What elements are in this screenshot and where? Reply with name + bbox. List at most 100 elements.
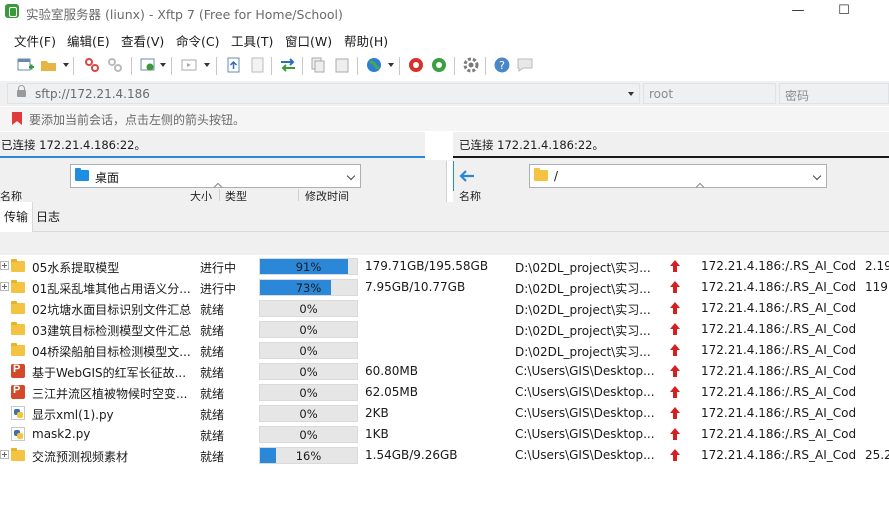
preview-dropdown-icon[interactable] — [204, 63, 210, 67]
pane-splitter[interactable] — [425, 132, 453, 160]
transfer-row[interactable]: 04桥梁船舶目标检测模型文... 就绪 0% D:\02DL_project\实习..… — [0, 340, 889, 361]
chat-icon[interactable] — [516, 56, 534, 74]
maximize-button[interactable]: ☐ — [821, 0, 867, 24]
toolbar-separator — [271, 57, 272, 75]
transfer-status: 就绪 — [200, 324, 225, 338]
menu-view[interactable]: 查看(V) — [121, 31, 164, 50]
password-input[interactable]: 密码 — [779, 83, 889, 104]
transfer-size: 1.54GB/9.26GB — [365, 448, 458, 462]
lock-icon — [17, 85, 26, 97]
help-icon[interactable]: ? — [493, 56, 511, 74]
address-dropdown-icon[interactable] — [628, 92, 634, 96]
globe-icon[interactable] — [365, 56, 383, 74]
left-path-dropdown-icon[interactable] — [346, 171, 356, 181]
transfer-row[interactable]: mask2.py 就绪 0% 1KB C:\Users\GIS\Desktop... 17… — [0, 424, 889, 445]
transfer-row[interactable]: 02坑塘水面目标识别文件汇总 就绪 0% D:\02DL_project\实习... 1… — [0, 298, 889, 319]
transfer-status: 就绪 — [200, 303, 225, 317]
menu-tools[interactable]: 工具(T) — [231, 31, 273, 50]
progress-label: 0% — [299, 344, 318, 358]
transfer-options-icon[interactable] — [139, 56, 157, 74]
left-path-text: 桌面 — [95, 171, 120, 185]
column-separator[interactable] — [219, 189, 220, 201]
menu-command[interactable]: 命令(C) — [176, 31, 219, 50]
progress-label: 0% — [299, 386, 318, 400]
transfer-row[interactable]: 显示xml(1).py 就绪 0% 2KB C:\Users\GIS\Desktop..… — [0, 403, 889, 424]
transfer-row[interactable]: 01乱采乱堆其他占用语义分... 进行中 73% 7.95GB/10.77GB D:\0… — [0, 277, 889, 298]
upload-arrow-icon — [670, 281, 680, 293]
right-path-dropdown-icon[interactable] — [812, 171, 822, 181]
bookmark-icon[interactable] — [12, 112, 22, 125]
transfer-local-path: D:\02DL_project\实习... — [515, 282, 651, 296]
minimize-button[interactable]: — — [775, 0, 821, 24]
new-session-icon[interactable] — [16, 56, 34, 74]
transfer-status: 就绪 — [200, 345, 225, 359]
left-pane-status: 已连接 172.21.4.186:22。 — [1, 138, 146, 152]
transfer-remote-path: 172.21.4.186:/.RS_AI_Cod... — [701, 406, 856, 420]
transfer-row[interactable]: 03建筑目标检测模型文件汇总 就绪 0% D:\02DL_project\实习... 1… — [0, 319, 889, 340]
left-col-type[interactable]: 类型 — [225, 189, 247, 201]
transfer-remote-path: 172.21.4.186:/.RS_AI_Cod... — [701, 322, 856, 336]
upload-arrow-icon — [670, 386, 680, 398]
globe-dropdown-icon[interactable] — [388, 63, 394, 67]
xshell-icon[interactable] — [407, 56, 425, 74]
left-pane-scrollbar[interactable] — [446, 161, 453, 202]
menu-window[interactable]: 窗口(W) — [285, 31, 332, 50]
xftp-app-icon — [5, 4, 19, 18]
progress-label: 73% — [295, 281, 322, 295]
tab-transfers[interactable]: 传输 — [0, 202, 34, 232]
transfer-progress-bar: 0% — [259, 321, 358, 338]
expand-icon[interactable] — [0, 261, 9, 270]
expand-icon[interactable] — [0, 282, 9, 291]
password-placeholder: 密码 — [785, 89, 810, 103]
column-separator[interactable] — [298, 189, 299, 201]
transfer-size: 1KB — [365, 427, 389, 441]
preview-icon[interactable] — [180, 56, 198, 74]
transfer-local-path: D:\02DL_project\实习... — [515, 303, 651, 317]
toolbar-separator — [357, 57, 358, 75]
menu-file[interactable]: 文件(F) — [14, 31, 56, 50]
transfer-status: 就绪 — [200, 450, 225, 464]
host-address-input[interactable]: sftp://172.21.4.186 — [7, 83, 640, 104]
open-folder-icon[interactable] — [40, 56, 58, 74]
left-col-name[interactable]: 名称 — [0, 189, 22, 201]
transfer-row[interactable]: 05水系提取模型 进行中 91% 179.71GB/195.58GB D:\02DL_p… — [0, 256, 889, 277]
transfer-name: 03建筑目标检测模型文件汇总 — [32, 324, 192, 338]
options-dropdown-icon[interactable] — [160, 63, 166, 67]
right-path-selector[interactable]: / — [529, 164, 827, 188]
transfer-row[interactable]: 交流预测视频素材 就绪 16% 1.54GB/9.26GB C:\Users\GIS\D… — [0, 445, 889, 466]
file-panes: 已连接 172.21.4.186:22。 已连接 172.21.4.186:22… — [0, 132, 889, 202]
settings-icon[interactable] — [462, 56, 480, 74]
menu-edit[interactable]: 编辑(E) — [67, 31, 110, 50]
transfer-size: 2KB — [365, 406, 389, 420]
expand-icon[interactable] — [0, 450, 9, 459]
transfer-name: 交流预测视频素材 — [32, 450, 129, 464]
hint-text: 要添加当前会话，点击左侧的箭头按钮。 — [29, 113, 246, 127]
xftp-icon[interactable] — [430, 56, 448, 74]
tab-log[interactable]: 日志 — [32, 202, 64, 232]
paste-icon[interactable] — [333, 56, 351, 74]
upload-icon[interactable] — [225, 56, 243, 74]
pptx-file-icon — [11, 384, 25, 399]
download-icon[interactable] — [249, 56, 267, 74]
left-pane-active-indicator — [0, 156, 425, 158]
transfer-progress-bar: 0% — [259, 342, 358, 359]
left-col-size[interactable]: 大小 — [190, 189, 212, 201]
copy-icon[interactable] — [309, 56, 327, 74]
left-col-modified[interactable]: 修改时间 — [305, 189, 349, 201]
upload-arrow-icon — [670, 428, 680, 440]
folder-file-icon — [11, 280, 25, 293]
open-dropdown-icon[interactable] — [63, 63, 69, 67]
disconnect-icon[interactable] — [83, 56, 101, 74]
transfer-row[interactable]: 基于WebGIS的红军长征故... 就绪 0% 60.80MB C:\Users\GIS… — [0, 361, 889, 382]
reconnect-icon[interactable] — [106, 56, 124, 74]
toolbar-separator — [131, 57, 132, 75]
transfer-local-path: C:\Users\GIS\Desktop... — [515, 427, 655, 441]
bottom-tabs: 传输 日志 — [0, 202, 889, 232]
menu-help[interactable]: 帮助(H) — [344, 31, 388, 50]
back-arrow-icon[interactable] — [459, 170, 475, 182]
username-input[interactable]: root — [643, 83, 776, 104]
transfer-remote-path: 172.21.4.186:/.RS_AI_Cod... — [701, 364, 856, 378]
transfer-row[interactable]: 三江并流区植被物候时空变... 就绪 0% 62.05MB C:\Users\GIS\D… — [0, 382, 889, 403]
right-col-name[interactable]: 名称 — [459, 189, 481, 201]
sync-icon[interactable] — [279, 56, 297, 74]
